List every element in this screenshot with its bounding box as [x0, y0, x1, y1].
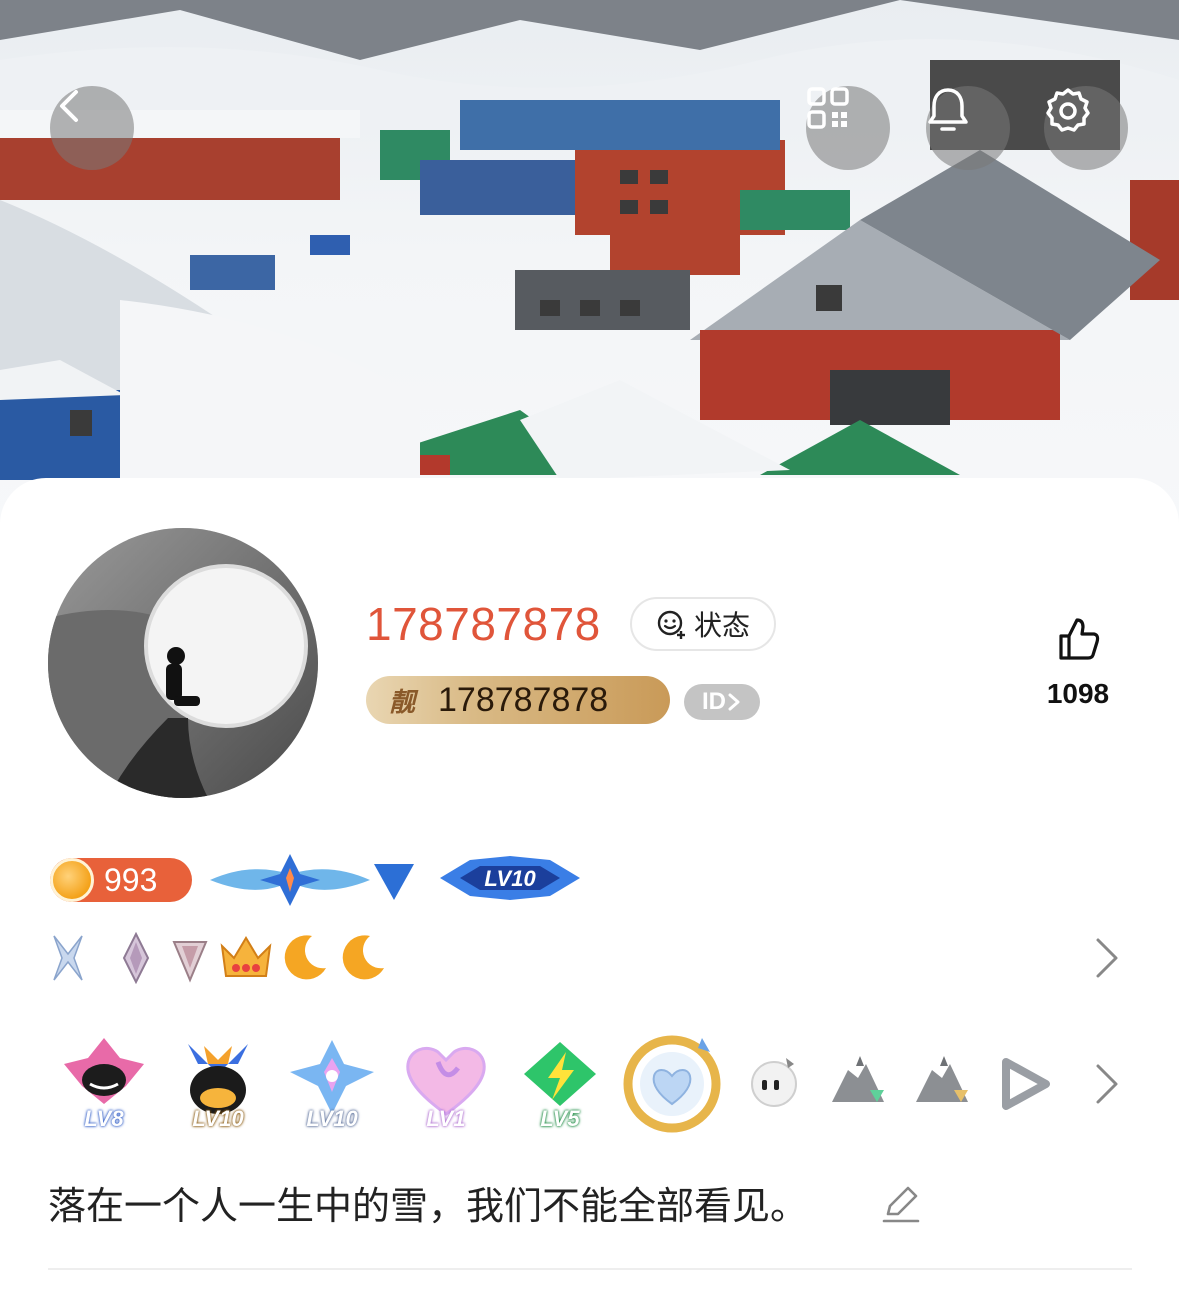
snowy-town-illustration: [0, 0, 1179, 480]
level-banner-label: LV10: [484, 866, 536, 891]
level-badge-label: LV10: [192, 1106, 244, 1131]
level-badge-label: LV1: [426, 1106, 466, 1131]
status-button[interactable]: 状态: [630, 597, 776, 651]
level-badge[interactable]: LV10: [170, 1034, 266, 1131]
level-banner-icon: LV10: [440, 856, 580, 900]
diamond-crystal-icon: [122, 932, 150, 984]
pencil-edit-icon[interactable]: [880, 1184, 920, 1224]
thumbs-up-icon: [1059, 618, 1100, 660]
pretty-id-number: 178787878: [438, 680, 609, 719]
level-banner[interactable]: LV10: [440, 852, 580, 904]
level-badge[interactable]: LV5: [512, 1034, 608, 1131]
level-badge-label: LV5: [540, 1106, 580, 1131]
coin-value: 993: [104, 861, 158, 898]
level-badge-label: LV8: [84, 1106, 124, 1131]
avatar-image: [48, 528, 318, 798]
chevron-right-icon[interactable]: [1094, 936, 1120, 980]
chevron-right-icon: [728, 693, 740, 711]
coin-badge[interactable]: 993: [50, 858, 192, 902]
star-crystal-icon: [53, 935, 83, 981]
qr-code-icon: [807, 87, 849, 129]
pretty-id-mark: 靓: [388, 687, 415, 718]
settings-button[interactable]: [1044, 86, 1128, 170]
level-badge[interactable]: LV1: [398, 1034, 494, 1131]
golden-heart-frame-icon[interactable]: [618, 1030, 726, 1134]
like-count: 1098: [1046, 678, 1110, 709]
signature-text: 落在一个人一生中的雪，我们不能全部看见。: [48, 1184, 809, 1228]
status-label: 状态: [693, 609, 750, 642]
cover-photo: [0, 0, 1179, 560]
ghost-face-icon[interactable]: [748, 1054, 800, 1110]
arrow-crystal-icon: [172, 941, 208, 983]
gray-mountain-icon[interactable]: [910, 1052, 974, 1112]
coin-icon: [50, 858, 94, 902]
gear-icon: [1046, 88, 1090, 132]
moon-icon: [284, 935, 326, 980]
like-widget[interactable]: 1098: [1030, 616, 1126, 710]
bell-icon: [928, 88, 968, 131]
gray-mountain-icon[interactable]: [826, 1052, 890, 1112]
avatar[interactable]: [48, 528, 318, 798]
level-badge[interactable]: LV10: [284, 1034, 380, 1131]
level-badge-label: LV10: [306, 1106, 358, 1131]
level-badge[interactable]: LV8: [56, 1034, 152, 1131]
qr-code-button[interactable]: [806, 86, 890, 170]
divider: [48, 1268, 1132, 1270]
chevron-left-icon: [60, 90, 78, 122]
video-play-icon[interactable]: [996, 1056, 1056, 1112]
notification-button[interactable]: [926, 86, 1010, 170]
nickname: 178787878: [366, 598, 601, 650]
mini-badge-row[interactable]: [48, 932, 388, 984]
back-button[interactable]: [50, 86, 134, 170]
id-chip[interactable]: ID: [684, 684, 760, 720]
id-chip-label: ID: [702, 688, 726, 715]
smiley-add-icon: [657, 610, 685, 639]
chevron-right-icon[interactable]: [1094, 1062, 1120, 1106]
vip-wings-badge[interactable]: [210, 852, 420, 908]
moon-icon: [342, 935, 384, 980]
crown-icon: [220, 936, 272, 977]
pretty-id-badge[interactable]: 靓 178787878: [366, 676, 670, 724]
